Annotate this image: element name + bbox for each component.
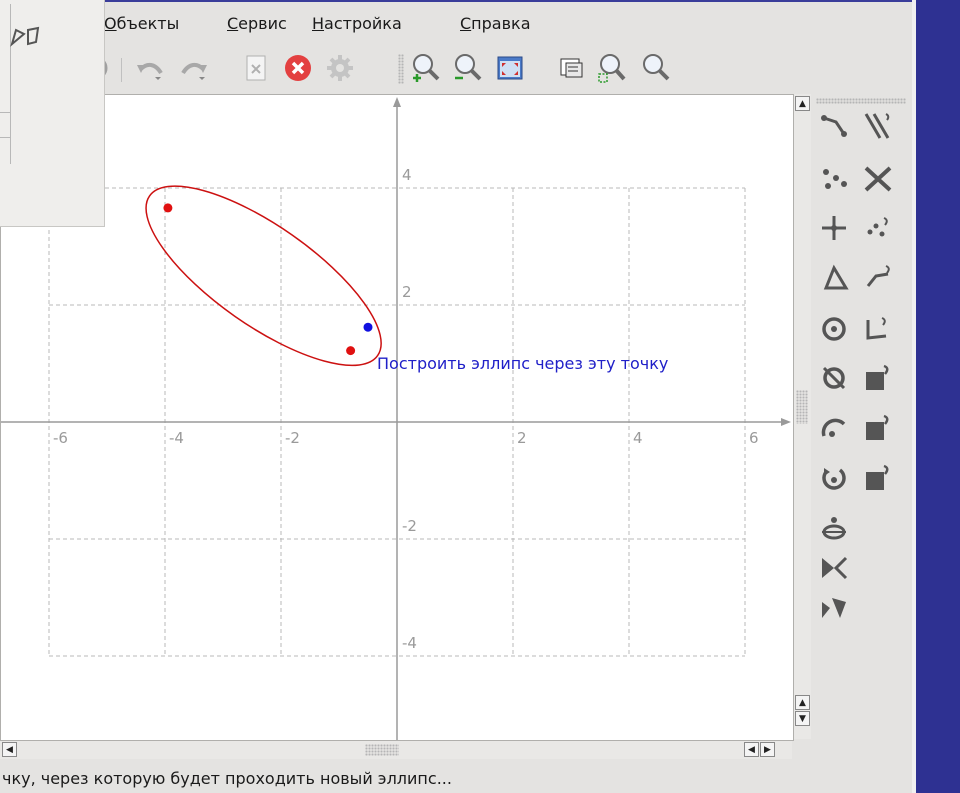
y-tick-label: 4 (402, 166, 412, 184)
points-tool-icon[interactable] (816, 160, 852, 196)
vertical-scrollbar[interactable]: ▲ ▲ ▼ (793, 94, 811, 739)
window-top-border (0, 0, 916, 2)
y-tick-label: 2 (402, 283, 412, 301)
zoom-icon[interactable] (640, 52, 672, 84)
curve-tool-icon[interactable] (860, 310, 896, 346)
perpendicular-tool-icon[interactable] (816, 210, 852, 246)
polygon-tool-icon[interactable] (10, 24, 40, 52)
select-icon[interactable] (556, 52, 588, 84)
menu-bar: Объекты Сервис Настройка Справка (0, 4, 916, 42)
kig-window: Объекты Сервис Настройка Справка -6 -4 -… (0, 0, 916, 793)
x-tick-label: -2 (285, 429, 300, 447)
transform-tool-icon[interactable] (816, 550, 852, 586)
drawing-canvas[interactable]: -6 -4 -2 2 4 6 4 2 -2 -4 Построить эллипс через э… (0, 94, 794, 741)
focus-point (346, 346, 356, 356)
parallel-tool-icon[interactable] (860, 108, 896, 144)
cancel-icon[interactable] (282, 52, 314, 84)
x-tick-label: 2 (517, 429, 527, 447)
macro-tool-icon-1[interactable] (860, 360, 896, 396)
macro-tool-icon-2[interactable] (860, 410, 896, 446)
rotate-tool-icon[interactable] (816, 460, 852, 496)
scroll-left-button[interactable]: ◀ (2, 742, 17, 757)
fit-screen-icon[interactable] (494, 52, 526, 84)
toolbar-separator (121, 58, 122, 82)
menu-settings[interactable]: Настройка (312, 14, 402, 33)
popup-divider (0, 112, 10, 138)
scroll-up-button[interactable]: ▲ (795, 96, 810, 111)
y-tick-label: -2 (402, 517, 417, 535)
settings-icon[interactable] (324, 52, 356, 84)
x-tick-label: 4 (633, 429, 643, 447)
intersection-tool-icon[interactable] (860, 160, 896, 196)
scroll-right-button[interactable]: ▶ (760, 742, 775, 757)
objects-toolbar (814, 94, 910, 739)
scroll-up-button-2[interactable]: ▲ (795, 695, 810, 710)
focus-point (163, 203, 173, 213)
plot-svg[interactable]: -6 -4 -2 2 4 6 4 2 -2 -4 (1, 95, 793, 740)
x-axis-arrow (781, 418, 791, 426)
selected-point (363, 322, 373, 332)
toolbar-grip[interactable] (398, 54, 404, 84)
menu-objects[interactable]: Объекты (104, 14, 179, 33)
status-bar: чку, через которую будет проходить новый… (0, 768, 916, 793)
circle-delete-tool-icon[interactable] (816, 360, 852, 396)
redo-icon[interactable] (178, 52, 210, 84)
ellipse-shape (145, 185, 382, 367)
dotted-tool-icon[interactable] (860, 210, 896, 246)
menu-service[interactable]: Сервис (227, 14, 287, 33)
main-toolbar (0, 46, 916, 92)
arc-tool-icon[interactable] (816, 410, 852, 446)
zoom-out-icon[interactable] (452, 52, 484, 84)
x-tick-label: -6 (53, 429, 68, 447)
status-text: чку, через которую будет проходить новый… (2, 769, 452, 788)
scroll-down-button[interactable]: ▼ (795, 711, 810, 726)
horizontal-scrollbar[interactable]: ◀ ◀ ▶ (0, 740, 792, 759)
objects-toolbar-grip[interactable] (816, 98, 906, 104)
zoom-in-icon[interactable] (410, 52, 442, 84)
scroll-left-button-2[interactable]: ◀ (744, 742, 759, 757)
desktop-background (916, 0, 960, 793)
horizontal-scroll-grip[interactable] (365, 744, 399, 756)
ellipse-tool-icon[interactable] (816, 510, 852, 546)
zoom-area-icon[interactable] (596, 52, 628, 84)
y-tick-label: -4 (402, 634, 417, 652)
x-tick-label: -4 (169, 429, 184, 447)
menu-help[interactable]: Справка (460, 14, 531, 33)
triangle-tool-icon[interactable] (816, 260, 852, 296)
macro-tool-icon-3[interactable] (860, 460, 896, 496)
circle-tool-icon[interactable] (816, 310, 852, 346)
undo-icon[interactable] (134, 52, 166, 84)
vertical-scroll-grip[interactable] (796, 390, 808, 424)
x-tick-label: 6 (749, 429, 759, 447)
y-axis-arrow (393, 97, 401, 107)
tooltip-construct-ellipse: Построить эллипс через эту точку (377, 354, 669, 373)
mirror-tool-icon[interactable] (816, 590, 852, 626)
popup-panel (0, 0, 105, 227)
delete-icon[interactable] (240, 52, 272, 84)
segment-tool-icon[interactable] (816, 108, 852, 144)
angle-tool-icon[interactable] (860, 260, 896, 296)
